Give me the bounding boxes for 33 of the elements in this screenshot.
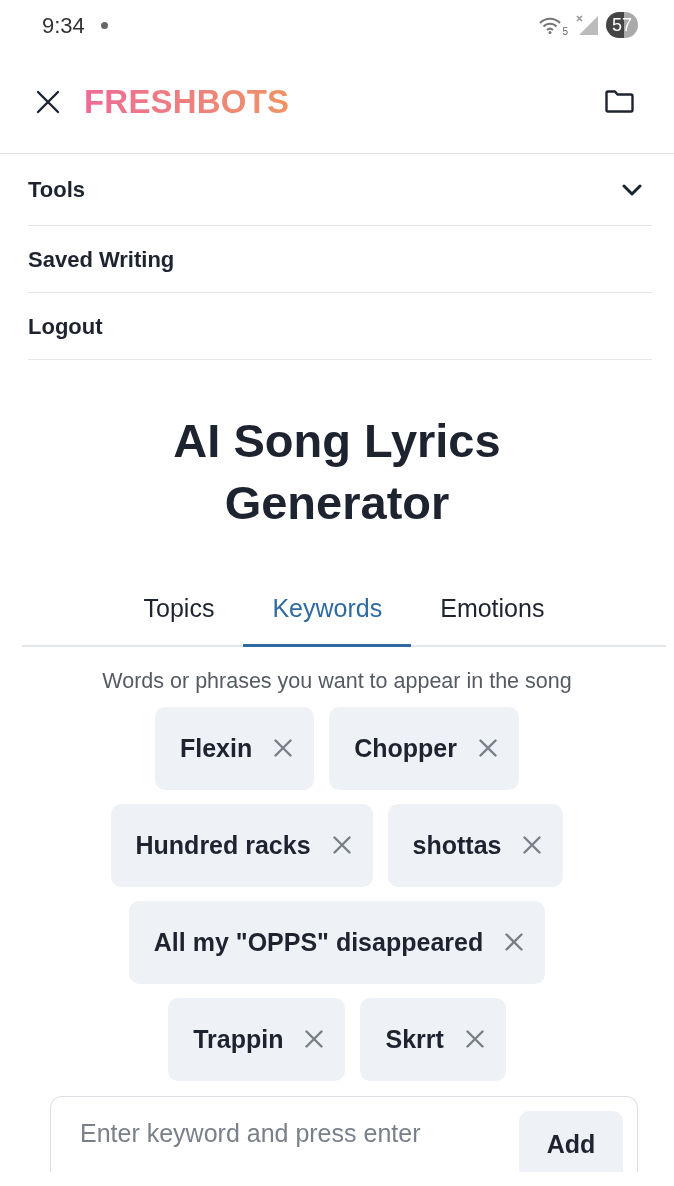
tab[interactable]: Keywords	[243, 590, 412, 647]
page-title: AI Song Lyrics Generator	[172, 413, 502, 531]
signal-icon	[575, 15, 598, 35]
remove-icon[interactable]	[332, 836, 351, 855]
network-type-label: 5	[562, 24, 568, 39]
keyword-text: Chopper	[354, 732, 457, 764]
battery-indicator: 57	[605, 12, 638, 38]
menu-link[interactable]: Tools	[28, 173, 86, 206]
keyword-text: Flexin	[180, 732, 253, 764]
wifi-icon	[539, 16, 562, 34]
remove-icon[interactable]	[305, 1030, 324, 1049]
menu-link[interactable]: Saved Writing	[28, 242, 175, 276]
notification-dot-icon	[100, 21, 108, 29]
remove-icon[interactable]	[479, 739, 497, 758]
remove-icon[interactable]	[505, 933, 524, 952]
keyword-input-field[interactable]: Enter keyword and press enter Add	[50, 1095, 638, 1172]
keyword-text: All my "OPPS" disappeared	[153, 926, 484, 958]
add-button[interactable]: Add	[519, 1110, 623, 1172]
remove-icon[interactable]	[465, 1030, 484, 1049]
tab[interactable]: Emotions	[411, 590, 574, 647]
keyword-text: shottas	[412, 829, 502, 861]
chevron-down-icon[interactable]	[622, 183, 642, 196]
remove-icon[interactable]	[274, 739, 293, 758]
remove-icon[interactable]	[523, 836, 542, 855]
close-icon[interactable]	[36, 89, 60, 114]
status-time: 9:34	[42, 11, 85, 40]
tab[interactable]: Topics	[114, 590, 244, 647]
keyword-text: Trappin	[193, 1023, 284, 1055]
field-hint: Words or phrases you want to appear in the song	[101, 667, 573, 695]
keyword-text: Skrrt	[385, 1023, 444, 1055]
keyword-text: Hundred racks	[135, 829, 311, 861]
folder-icon[interactable]	[605, 90, 634, 113]
menu-link[interactable]: Logout	[28, 309, 103, 343]
